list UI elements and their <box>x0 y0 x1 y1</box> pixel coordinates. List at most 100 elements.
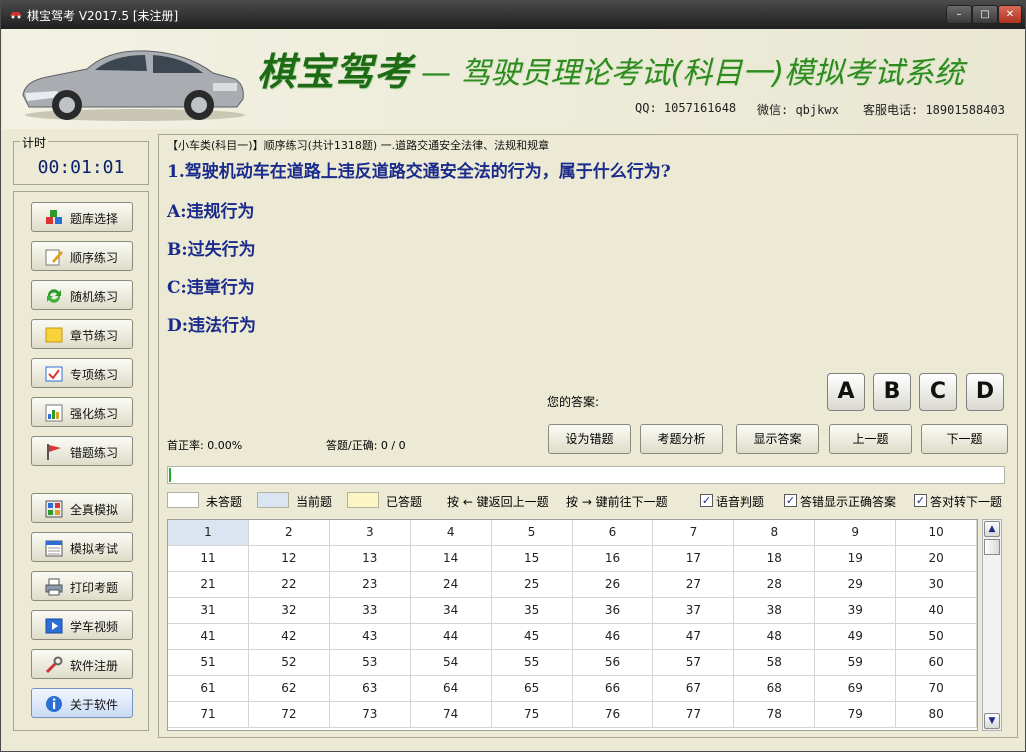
question-number-cell[interactable]: 17 <box>653 546 735 572</box>
menu-mock-exam-button[interactable]: 模拟考试 <box>31 532 133 562</box>
question-number-cell[interactable]: 9 <box>815 520 897 546</box>
question-number-cell[interactable]: 58 <box>734 650 816 676</box>
option-b[interactable]: B:过失行为 <box>167 235 256 260</box>
question-number-cell[interactable]: 74 <box>410 702 492 728</box>
menu-special-button[interactable]: 专项练习 <box>31 358 133 388</box>
question-number-cell[interactable]: 29 <box>815 572 897 598</box>
question-number-cell[interactable]: 25 <box>491 572 573 598</box>
question-number-cell[interactable]: 14 <box>410 546 492 572</box>
grid-scrollbar[interactable]: ▲ ▼ <box>982 519 1002 731</box>
question-number-cell[interactable]: 4 <box>410 520 492 546</box>
menu-print-button[interactable]: 打印考题 <box>31 571 133 601</box>
option-c[interactable]: C:违章行为 <box>167 273 255 298</box>
question-number-cell[interactable]: 64 <box>410 676 492 702</box>
question-number-cell[interactable]: 56 <box>572 650 654 676</box>
question-number-cell[interactable]: 12 <box>248 546 330 572</box>
auto-next-checkbox[interactable]: ✓ <box>914 494 927 507</box>
question-number-cell[interactable]: 50 <box>896 624 977 650</box>
scroll-up-button[interactable]: ▲ <box>984 521 1000 537</box>
scroll-thumb[interactable] <box>984 539 1000 555</box>
question-number-cell[interactable]: 21 <box>168 572 249 598</box>
question-number-cell[interactable]: 59 <box>815 650 897 676</box>
menu-intensive-button[interactable]: 强化练习 <box>31 397 133 427</box>
question-number-cell[interactable]: 31 <box>168 598 249 624</box>
question-number-cell[interactable]: 18 <box>734 546 816 572</box>
question-number-cell[interactable]: 67 <box>653 676 735 702</box>
question-number-cell[interactable]: 30 <box>896 572 977 598</box>
maximize-button[interactable]: □ <box>972 5 998 24</box>
answer-b-button[interactable]: B <box>873 373 911 411</box>
previous-question-button[interactable]: 上一题 <box>829 424 912 454</box>
question-number-cell[interactable]: 72 <box>248 702 330 728</box>
question-number-cell[interactable]: 6 <box>572 520 654 546</box>
answer-c-button[interactable]: C <box>919 373 957 411</box>
question-number-cell[interactable]: 20 <box>896 546 977 572</box>
menu-register-button[interactable]: 软件注册 <box>31 649 133 679</box>
question-number-cell[interactable]: 5 <box>491 520 573 546</box>
question-number-cell[interactable]: 55 <box>491 650 573 676</box>
menu-video-button[interactable]: 学车视频 <box>31 610 133 640</box>
question-number-cell[interactable]: 79 <box>815 702 897 728</box>
answer-a-button[interactable]: A <box>827 373 865 411</box>
question-number-cell[interactable]: 32 <box>248 598 330 624</box>
minimize-button[interactable]: – <box>946 5 972 24</box>
voice-checkbox[interactable]: ✓ <box>700 494 713 507</box>
question-number-cell[interactable]: 35 <box>491 598 573 624</box>
question-number-cell[interactable]: 48 <box>734 624 816 650</box>
question-number-cell[interactable]: 10 <box>896 520 977 546</box>
question-number-cell[interactable]: 13 <box>329 546 411 572</box>
close-button[interactable]: ✕ <box>998 5 1022 24</box>
menu-full-simulation-button[interactable]: 全真模拟 <box>31 493 133 523</box>
menu-random-button[interactable]: 随机练习 <box>31 280 133 310</box>
question-number-cell[interactable]: 60 <box>896 650 977 676</box>
question-number-cell[interactable]: 77 <box>653 702 735 728</box>
question-number-cell[interactable]: 23 <box>329 572 411 598</box>
question-number-cell[interactable]: 71 <box>168 702 249 728</box>
question-number-cell[interactable]: 43 <box>329 624 411 650</box>
question-number-cell[interactable]: 65 <box>491 676 573 702</box>
question-number-cell[interactable]: 16 <box>572 546 654 572</box>
question-number-cell[interactable]: 27 <box>653 572 735 598</box>
question-number-cell[interactable]: 78 <box>734 702 816 728</box>
question-number-cell[interactable]: 40 <box>896 598 977 624</box>
question-number-cell[interactable]: 15 <box>491 546 573 572</box>
question-number-cell[interactable]: 7 <box>653 520 735 546</box>
show-answer-button[interactable]: 显示答案 <box>736 424 819 454</box>
question-number-cell[interactable]: 66 <box>572 676 654 702</box>
question-number-cell[interactable]: 42 <box>248 624 330 650</box>
question-number-cell[interactable]: 53 <box>329 650 411 676</box>
question-number-cell[interactable]: 47 <box>653 624 735 650</box>
question-number-cell[interactable]: 39 <box>815 598 897 624</box>
question-number-cell[interactable]: 52 <box>248 650 330 676</box>
question-number-cell[interactable]: 41 <box>168 624 249 650</box>
question-number-cell[interactable]: 2 <box>248 520 330 546</box>
question-number-cell[interactable]: 24 <box>410 572 492 598</box>
question-number-cell[interactable]: 62 <box>248 676 330 702</box>
menu-about-button[interactable]: 关于软件 <box>31 688 133 718</box>
question-number-cell[interactable]: 34 <box>410 598 492 624</box>
menu-wrong-questions-button[interactable]: 错题练习 <box>31 436 133 466</box>
question-number-cell[interactable]: 61 <box>168 676 249 702</box>
mark-wrong-button[interactable]: 设为错题 <box>548 424 631 454</box>
menu-sequential-button[interactable]: 顺序练习 <box>31 241 133 271</box>
question-number-cell[interactable]: 36 <box>572 598 654 624</box>
question-number-cell[interactable]: 19 <box>815 546 897 572</box>
question-number-cell[interactable]: 33 <box>329 598 411 624</box>
question-number-cell[interactable]: 68 <box>734 676 816 702</box>
next-question-button[interactable]: 下一题 <box>921 424 1008 454</box>
question-number-cell[interactable]: 44 <box>410 624 492 650</box>
question-number-cell[interactable]: 75 <box>491 702 573 728</box>
question-number-cell[interactable]: 22 <box>248 572 330 598</box>
question-number-cell[interactable]: 76 <box>572 702 654 728</box>
option-d[interactable]: D:违法行为 <box>167 311 256 336</box>
question-number-cell[interactable]: 73 <box>329 702 411 728</box>
question-number-cell[interactable]: 63 <box>329 676 411 702</box>
question-number-cell[interactable]: 51 <box>168 650 249 676</box>
question-number-cell[interactable]: 49 <box>815 624 897 650</box>
question-number-cell[interactable]: 11 <box>168 546 249 572</box>
show-correct-checkbox[interactable]: ✓ <box>784 494 797 507</box>
question-number-cell[interactable]: 28 <box>734 572 816 598</box>
question-number-cell[interactable]: 26 <box>572 572 654 598</box>
question-number-cell[interactable]: 38 <box>734 598 816 624</box>
question-number-cell[interactable]: 57 <box>653 650 735 676</box>
